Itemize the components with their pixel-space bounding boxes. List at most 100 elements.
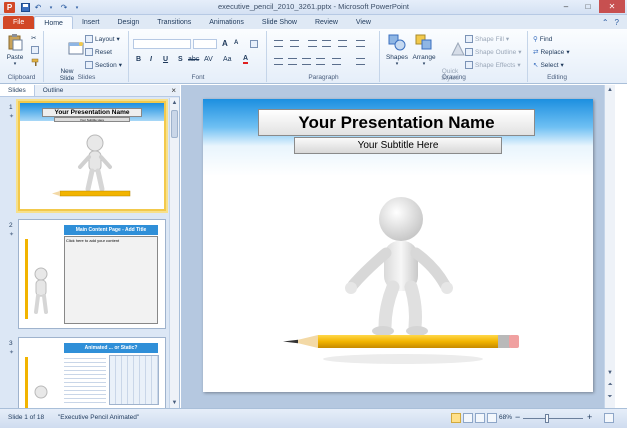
font-group: A A B I U S abc AV Aa A Font — [130, 31, 267, 82]
tab-insert[interactable]: Insert — [73, 16, 109, 29]
character-spacing-button[interactable]: AV — [204, 56, 213, 63]
font-color-button[interactable]: A — [243, 55, 249, 64]
scroll-up-icon[interactable]: ▲ — [170, 98, 179, 108]
slides-group: New Slide Layout ▾ Reset Section ▾ Slide… — [45, 31, 129, 82]
underline-button[interactable]: U — [163, 56, 168, 63]
thumbnail-number: 3 — [9, 340, 13, 347]
next-slide-icon[interactable]: ⏷ — [605, 392, 615, 402]
maximize-button[interactable]: □ — [577, 0, 599, 13]
bullets-icon[interactable] — [274, 40, 283, 47]
zoom-slider[interactable] — [523, 418, 583, 419]
layout-button[interactable]: Layout ▾ — [85, 35, 120, 43]
section-button[interactable]: Section ▾ — [85, 61, 122, 69]
window-controls: – □ ✕ — [555, 0, 625, 13]
arrange-icon — [415, 34, 432, 50]
zoom-out-icon[interactable]: − — [515, 412, 520, 422]
increase-indent-icon[interactable] — [322, 40, 331, 47]
thumbnail-slide-2[interactable]: Main Content Page - Add Title Click here… — [18, 219, 166, 329]
minimize-button[interactable]: – — [555, 0, 577, 13]
strikethrough-button[interactable]: abc — [188, 56, 199, 63]
thumbnail-slide-3[interactable]: Animated ... or Static? — [18, 337, 166, 408]
slide-canvas[interactable]: Your Presentation Name Your Subtitle Her… — [203, 99, 593, 392]
shadow-button[interactable]: S — [178, 56, 183, 63]
previous-slide-icon[interactable]: ⏶ — [605, 380, 615, 390]
slide-show-icon[interactable] — [487, 413, 497, 423]
reset-button[interactable]: Reset — [85, 48, 112, 56]
theme-name[interactable]: "Executive Pencil Animated" — [58, 414, 139, 421]
format-painter-icon[interactable] — [31, 58, 40, 67]
tab-transitions[interactable]: Transitions — [148, 16, 200, 29]
zoom-slider-thumb[interactable] — [545, 414, 549, 423]
stick-figure-pencil-image[interactable] — [273, 189, 523, 374]
help-icon[interactable]: ? — [615, 16, 619, 29]
change-case-button[interactable]: Aa — [223, 56, 232, 63]
font-family-combo[interactable] — [133, 39, 191, 49]
tab-review[interactable]: Review — [306, 16, 347, 29]
tab-file[interactable]: File — [3, 16, 35, 29]
columns-icon[interactable] — [332, 58, 341, 65]
close-button[interactable]: ✕ — [599, 0, 625, 13]
arrange-button[interactable]: Arrange ▾ — [411, 33, 437, 68]
zoom-in-icon[interactable]: + — [587, 412, 592, 422]
thumbnail-list: 1 ✦ Your Presentation Name Your Subtitle… — [0, 98, 170, 408]
align-right-icon[interactable] — [302, 58, 311, 65]
editor-scrollbar[interactable]: ▲ ▼ ⏶ ⏷ — [604, 85, 615, 408]
slide-title[interactable]: Your Presentation Name — [258, 109, 535, 136]
slides-pane: Slides Outline × 1 ✦ Your Presentation N… — [0, 85, 180, 408]
select-button[interactable]: ↖ Select ▾ — [533, 61, 564, 70]
minimize-ribbon-icon[interactable]: ⌃ — [602, 16, 609, 29]
tab-slide-show[interactable]: Slide Show — [253, 16, 306, 29]
shapes-button[interactable]: Shapes ▾ — [384, 33, 410, 68]
slide-subtitle[interactable]: Your Subtitle Here — [294, 137, 502, 154]
italic-button[interactable]: I — [150, 56, 152, 63]
shape-outline-button[interactable]: Shape Outline ▾ — [465, 48, 521, 56]
smartart-icon[interactable] — [356, 58, 365, 65]
scroll-down-icon[interactable]: ▼ — [605, 368, 615, 378]
clear-formatting-icon[interactable] — [250, 40, 258, 48]
decrease-indent-icon[interactable] — [308, 40, 317, 47]
paste-button[interactable]: Paste ▾ — [4, 33, 26, 68]
shrink-font-button[interactable]: A — [234, 40, 238, 46]
scrollbar-thumb[interactable] — [171, 110, 178, 138]
thumbnail-slide-1[interactable]: Your Presentation Name Your Subtitle Her… — [18, 101, 166, 211]
tab-animations[interactable]: Animations — [200, 16, 253, 29]
replace-button[interactable]: ⇄ Replace ▾ — [533, 48, 570, 57]
thumbnail-scrollbar[interactable]: ▲ ▼ — [169, 98, 179, 408]
thumbnail-number: 2 — [9, 222, 13, 229]
scroll-down-icon[interactable]: ▼ — [170, 398, 179, 408]
font-size-combo[interactable] — [193, 39, 217, 49]
bold-button[interactable]: B — [136, 56, 141, 63]
copy-icon[interactable] — [31, 46, 39, 54]
line-spacing-icon[interactable] — [338, 40, 347, 47]
text-direction-icon[interactable] — [356, 40, 365, 47]
fit-to-window-icon[interactable] — [604, 413, 614, 423]
tab-slides[interactable]: Slides — [0, 85, 35, 96]
shape-effects-button[interactable]: Shape Effects ▾ — [465, 61, 521, 69]
shapes-icon — [388, 34, 406, 51]
align-center-icon[interactable] — [288, 58, 297, 65]
editing-group: ⚲ Find ⇄ Replace ▾ ↖ Select ▾ Editing — [529, 31, 585, 82]
align-left-icon[interactable] — [274, 58, 283, 65]
cut-icon[interactable]: ✂ — [31, 34, 36, 42]
justify-icon[interactable] — [316, 58, 325, 65]
tab-design[interactable]: Design — [108, 16, 148, 29]
find-button[interactable]: ⚲ Find — [533, 35, 552, 44]
stick-figure-pencil-image — [52, 134, 131, 197]
replace-icon: ⇄ — [533, 49, 539, 56]
slide-counter: Slide 1 of 18 — [8, 414, 45, 421]
normal-view-icon[interactable] — [451, 413, 461, 423]
slide-sorter-icon[interactable] — [463, 413, 473, 423]
shape-outline-icon — [465, 48, 473, 56]
close-pane-icon[interactable]: × — [171, 85, 176, 97]
tab-view[interactable]: View — [347, 16, 380, 29]
grow-font-button[interactable]: A — [222, 39, 228, 48]
shape-fill-button[interactable]: Shape Fill ▾ — [465, 35, 509, 43]
zoom-level[interactable]: 68% — [499, 414, 512, 421]
tab-home[interactable]: Home — [34, 16, 73, 29]
shape-fill-icon — [465, 35, 473, 43]
tab-outline[interactable]: Outline — [35, 85, 72, 96]
binoculars-icon: ⚲ — [533, 36, 538, 43]
scroll-up-icon[interactable]: ▲ — [605, 85, 615, 95]
reading-view-icon[interactable] — [475, 413, 485, 423]
numbering-icon[interactable] — [290, 40, 299, 47]
